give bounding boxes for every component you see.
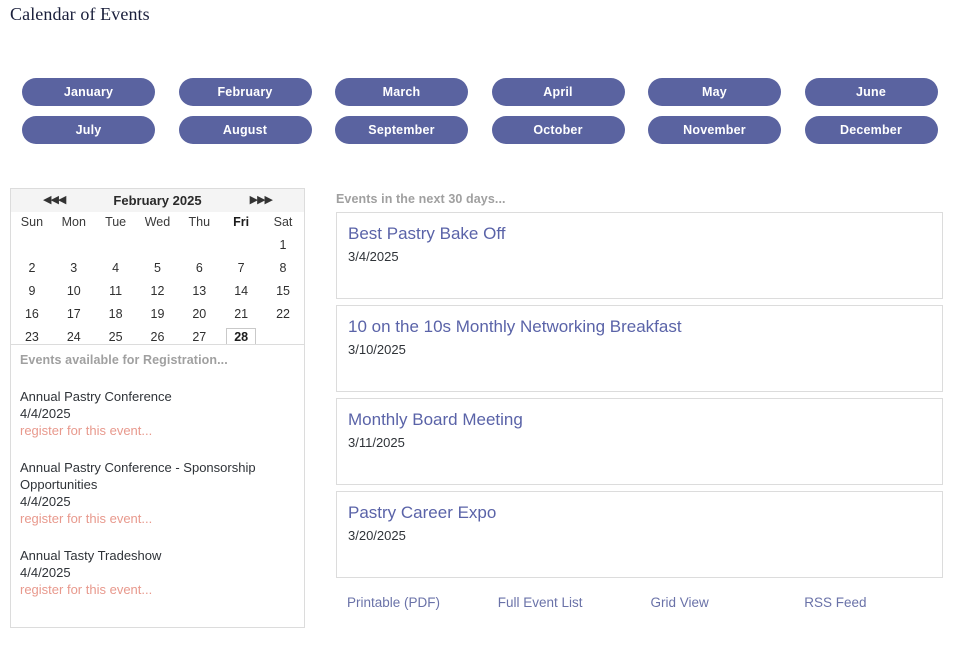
month-button-february[interactable]: February [178, 78, 312, 106]
calendar-day[interactable]: 12 [137, 279, 179, 302]
calendar-dow-tue: Tue [105, 215, 127, 229]
month-button-january[interactable]: January [22, 78, 155, 106]
month-button-december[interactable]: December [804, 116, 938, 144]
calendar-day-with-event[interactable]: 20 [178, 302, 220, 325]
calendar-day[interactable]: 7 [220, 256, 262, 279]
event-card-date: 3/4/2025 [348, 249, 399, 264]
month-button-may[interactable]: May [648, 78, 781, 106]
month-button-november[interactable]: November [648, 116, 781, 144]
calendar-day[interactable]: 9 [11, 279, 53, 302]
registration-item-title[interactable]: Annual Pastry Conference - Sponsorship O… [20, 459, 295, 493]
events-list: Best Pastry Bake Off 3/4/2025 10 on the 10… [336, 212, 943, 578]
calendar-week-row: 16 17 18 19 20 21 22 [11, 302, 304, 325]
registration-item: Annual Pastry Conference - Sponsorship O… [20, 459, 295, 527]
calendar-day[interactable]: 21 [220, 302, 262, 325]
calendar-dow-wed: Wed [144, 215, 171, 229]
month-button-july[interactable]: July [22, 116, 155, 144]
calendar-body: 1 2 3 4 5 6 7 8 9 10 11 12 13 14 15 16 17 18 19 20 21 22 23 24 2… [11, 233, 304, 348]
calendar-day[interactable]: 2 [11, 256, 53, 279]
calendar-header: ◀◀◀ February 2025 ▶▶▶ [11, 189, 304, 212]
footer-link-full-event-list[interactable]: Full Event List [488, 595, 640, 610]
registration-item-date: 4/4/2025 [20, 565, 71, 580]
registration-list: Annual Pastry Conference 4/4/2025 register… [20, 388, 295, 598]
calendar-day-empty [95, 233, 137, 256]
calendar-day[interactable]: 15 [262, 279, 304, 302]
calendar-day-empty [53, 233, 95, 256]
month-button-march[interactable]: March [335, 78, 468, 106]
event-card[interactable]: Pastry Career Expo 3/20/2025 [336, 491, 943, 578]
calendar-dow-fri: Fri [233, 215, 250, 229]
registration-item-link[interactable]: register for this event... [20, 510, 295, 527]
calendar-day[interactable]: 17 [53, 302, 95, 325]
calendar-day-with-event[interactable]: 10 [53, 279, 95, 302]
event-card-date: 3/11/2025 [348, 435, 405, 450]
event-card-date: 3/20/2025 [348, 528, 406, 543]
calendar-dow-thu: Thu [188, 215, 211, 229]
calendar-week-row: 9 10 11 12 13 14 15 [11, 279, 304, 302]
calendar-grid: Sun Mon Tue Wed Thu Fri Sat 1 2 3 4 5 6 7 8 9 10 11 12 13 1… [11, 212, 304, 348]
registration-item-link[interactable]: register for this event... [20, 422, 295, 439]
event-card[interactable]: Best Pastry Bake Off 3/4/2025 [336, 212, 943, 299]
month-button-april[interactable]: April [491, 78, 625, 106]
calendar-dow-sat: Sat [273, 215, 293, 229]
event-card-title[interactable]: Pastry Career Expo [348, 502, 931, 524]
month-button-october[interactable]: October [491, 116, 625, 144]
calendar-dow-sun: Sun [20, 215, 44, 229]
calendar-day[interactable]: 8 [262, 256, 304, 279]
registration-item-date: 4/4/2025 [20, 494, 71, 509]
month-button-september[interactable]: September [335, 116, 468, 144]
calendar-day[interactable]: 3 [53, 256, 95, 279]
calendar-panel: ◀◀◀ February 2025 ▶▶▶ Sun Mon Tue Wed Thu Fri… [10, 188, 305, 349]
registration-panel-heading: Events available for Registration... [20, 353, 228, 367]
calendar-day-empty [178, 233, 220, 256]
registration-panel: Events available for Registration... Ann… [10, 344, 305, 628]
event-card-title[interactable]: Monthly Board Meeting [348, 409, 931, 431]
calendar-day-empty [137, 233, 179, 256]
calendar-day-empty [11, 233, 53, 256]
calendar-day-with-event[interactable]: 11 [95, 279, 137, 302]
month-button-august[interactable]: August [178, 116, 312, 144]
calendar-day-empty [220, 233, 262, 256]
calendar-dayofweek-row: Sun Mon Tue Wed Thu Fri Sat [11, 212, 304, 233]
calendar-prev-icon[interactable]: ◀◀◀ [43, 195, 66, 206]
calendar-day[interactable]: 5 [137, 256, 179, 279]
registration-item: Annual Tasty Tradeshow 4/4/2025 register f… [20, 547, 295, 598]
calendar-day-selected-box[interactable]: 28 [226, 327, 257, 346]
event-card-title[interactable]: Best Pastry Bake Off [348, 223, 931, 245]
calendar-day[interactable]: 22 [262, 302, 304, 325]
events-column: Events in the next 30 days... Best Pastr… [336, 192, 943, 610]
page-title: Calendar of Events [10, 4, 150, 24]
calendar-dow-mon: Mon [61, 215, 86, 229]
calendar-day[interactable]: 18 [95, 302, 137, 325]
event-card[interactable]: Monthly Board Meeting 3/11/2025 [336, 398, 943, 485]
calendar-day[interactable]: 13 [178, 279, 220, 302]
registration-item-title[interactable]: Annual Tasty Tradeshow [20, 547, 295, 564]
footer-link-rss-feed[interactable]: RSS Feed [791, 595, 943, 610]
calendar-week-row: 2345678 [11, 256, 304, 279]
month-button-june[interactable]: June [804, 78, 938, 106]
footer-link-grid-view[interactable]: Grid View [640, 595, 792, 610]
calendar-week-row: 1 [11, 233, 304, 256]
registration-item-title[interactable]: Annual Pastry Conference [20, 388, 295, 405]
footer-link-printable-pdf[interactable]: Printable (PDF) [336, 595, 488, 610]
calendar-day[interactable]: 6 [178, 256, 220, 279]
month-button-group: January February March April May June July Augu… [22, 78, 942, 144]
event-card-title[interactable]: 10 on the 10s Monthly Networking Breakfa… [348, 316, 931, 338]
footer-links: Printable (PDF) Full Event List Grid View R… [336, 595, 943, 610]
calendar-day[interactable]: 16 [11, 302, 53, 325]
calendar-day[interactable]: 19 [137, 302, 179, 325]
calendar-next-icon[interactable]: ▶▶▶ [250, 195, 273, 206]
calendar-day[interactable]: 1 [262, 233, 304, 256]
registration-item-link[interactable]: register for this event... [20, 581, 295, 598]
calendar-day[interactable]: 14 [220, 279, 262, 302]
registration-item: Annual Pastry Conference 4/4/2025 register… [20, 388, 295, 439]
event-card[interactable]: 10 on the 10s Monthly Networking Breakfa… [336, 305, 943, 392]
event-card-date: 3/10/2025 [348, 342, 406, 357]
events-panel-heading: Events in the next 30 days... [336, 192, 506, 206]
registration-item-date: 4/4/2025 [20, 406, 71, 421]
calendar-day-with-event[interactable]: 4 [95, 256, 137, 279]
